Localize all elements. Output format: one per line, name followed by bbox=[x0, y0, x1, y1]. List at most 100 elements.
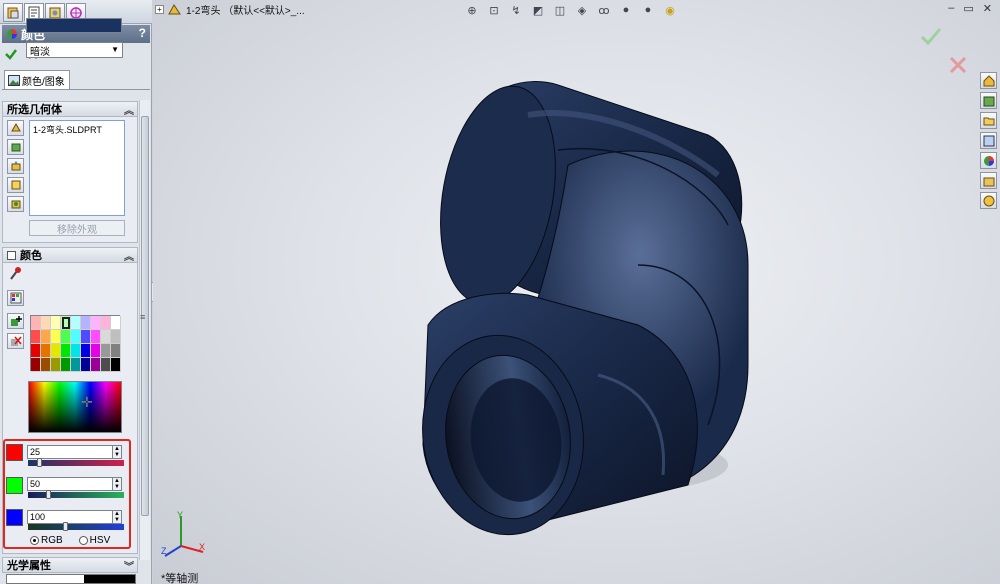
graphics-viewport[interactable]: + 1-2弯头 （默认<<默认>_... ⊕ ⊡ ↯ ◩ ◫ ◈ ꝏ ● ● ◉… bbox=[153, 0, 1000, 584]
task-pane-forum[interactable] bbox=[980, 192, 997, 209]
edit-appearance-icon[interactable]: ● bbox=[619, 3, 633, 17]
palette-swatch[interactable] bbox=[41, 344, 51, 358]
palette-swatch[interactable] bbox=[91, 358, 101, 372]
display-style-icon[interactable]: ◈ bbox=[575, 3, 589, 17]
radio-rgb[interactable]: RGB bbox=[30, 535, 63, 546]
task-pane-file-explorer[interactable] bbox=[980, 112, 997, 129]
palette-swatch[interactable] bbox=[61, 344, 71, 358]
palette-swatch[interactable] bbox=[31, 330, 41, 344]
palette-swatch[interactable] bbox=[91, 330, 101, 344]
palette-swatch[interactable] bbox=[31, 316, 41, 330]
palette-swatch[interactable] bbox=[41, 358, 51, 372]
expand-icon[interactable]: ︾ bbox=[124, 558, 134, 573]
view-orientation-icon[interactable]: ◫ bbox=[553, 3, 567, 17]
palette-swatch[interactable] bbox=[71, 344, 81, 358]
task-pane-search[interactable] bbox=[980, 132, 997, 149]
select-feature-button[interactable] bbox=[7, 158, 24, 174]
palette-swatch[interactable] bbox=[111, 316, 121, 330]
zoom-to-area-icon[interactable]: ⊡ bbox=[487, 3, 501, 17]
view-settings-icon[interactable]: ◉ bbox=[663, 3, 677, 17]
select-face-button[interactable] bbox=[7, 177, 24, 193]
palette-swatch[interactable] bbox=[71, 316, 81, 330]
palette-swatch[interactable] bbox=[51, 330, 61, 344]
expand-tree-icon[interactable]: + bbox=[155, 5, 164, 14]
selected-geometry-header[interactable]: 所选几何体 ︽ bbox=[3, 102, 137, 117]
task-pane-design-library[interactable] bbox=[980, 92, 997, 109]
red-spinner[interactable]: ▲ ▼ bbox=[112, 445, 122, 459]
blue-slider-thumb[interactable] bbox=[63, 522, 68, 531]
color-spectrum-picker[interactable]: ✛ bbox=[28, 381, 122, 433]
ok-check-icon[interactable] bbox=[919, 25, 943, 47]
collapse-icon[interactable]: ︽ bbox=[124, 102, 134, 117]
palette-swatch[interactable] bbox=[101, 316, 111, 330]
palette-swatch[interactable] bbox=[101, 344, 111, 358]
panel-scrollbar[interactable] bbox=[139, 100, 150, 560]
palette-swatch[interactable] bbox=[81, 330, 91, 344]
remove-appearance-button[interactable]: 移除外观 bbox=[29, 220, 125, 236]
breadcrumb[interactable]: + 1-2弯头 （默认<<默认>_... bbox=[155, 2, 305, 17]
palette-swatch[interactable] bbox=[31, 344, 41, 358]
add-swatch-button[interactable] bbox=[7, 313, 24, 329]
close-icon[interactable]: ✕ bbox=[983, 2, 992, 15]
radio-hsv-dot[interactable] bbox=[78, 535, 88, 545]
section-view-icon[interactable]: ◩ bbox=[531, 3, 545, 17]
minimize-icon[interactable]: – bbox=[948, 2, 954, 15]
select-part-button[interactable] bbox=[7, 120, 24, 136]
select-surface-button[interactable] bbox=[7, 196, 24, 212]
green-slider[interactable] bbox=[28, 490, 124, 499]
red-slider[interactable] bbox=[28, 458, 124, 467]
current-color-swatch[interactable] bbox=[26, 18, 122, 33]
palette-swatch[interactable] bbox=[91, 344, 101, 358]
select-body-button[interactable] bbox=[7, 139, 24, 155]
restore-icon[interactable]: ▭ bbox=[963, 2, 973, 15]
color-mode-button[interactable] bbox=[7, 290, 24, 306]
color-checkbox[interactable] bbox=[7, 250, 16, 260]
palette-swatch[interactable] bbox=[41, 316, 51, 330]
eyedropper-icon[interactable] bbox=[8, 266, 22, 282]
collapse-icon[interactable]: ︽ bbox=[124, 248, 134, 263]
palette-swatch[interactable] bbox=[91, 316, 101, 330]
task-pane-appearances[interactable] bbox=[980, 152, 997, 169]
spectrum-crosshair-icon[interactable]: ✛ bbox=[81, 394, 93, 411]
ok-check-icon[interactable] bbox=[4, 47, 18, 61]
radio-hsv[interactable]: HSV bbox=[78, 535, 110, 546]
list-item[interactable]: 1-2弯头.SLDPRT bbox=[33, 123, 121, 136]
palette-swatch[interactable] bbox=[71, 358, 81, 372]
tab-color-image[interactable]: 颜色/图象 bbox=[4, 70, 70, 89]
zoom-to-fit-icon[interactable]: ⊕ bbox=[465, 3, 479, 17]
palette-swatch[interactable] bbox=[71, 330, 81, 344]
red-slider-thumb[interactable] bbox=[37, 458, 42, 467]
color-palette-grid[interactable] bbox=[30, 315, 121, 372]
green-value-input[interactable]: 50 bbox=[27, 477, 113, 491]
tab-feature-manager[interactable] bbox=[3, 3, 23, 22]
palette-swatch[interactable] bbox=[81, 358, 91, 372]
palette-swatch[interactable] bbox=[51, 316, 61, 330]
green-slider-thumb[interactable] bbox=[46, 490, 51, 499]
selected-geometry-list[interactable]: 1-2弯头.SLDPRT bbox=[29, 120, 125, 216]
previous-view-icon[interactable]: ↯ bbox=[509, 3, 523, 17]
palette-swatch[interactable] bbox=[51, 344, 61, 358]
color-header[interactable]: 颜色 ︽ bbox=[3, 248, 137, 263]
palette-swatch[interactable] bbox=[31, 358, 41, 372]
apply-scene-icon[interactable]: ● bbox=[641, 3, 655, 17]
task-pane-custom-properties[interactable] bbox=[980, 172, 997, 189]
palette-swatch[interactable] bbox=[111, 358, 121, 372]
palette-swatch[interactable] bbox=[51, 358, 61, 372]
palette-swatch[interactable] bbox=[61, 330, 71, 344]
color-mode-select[interactable]: 暗淡 ▼ bbox=[26, 42, 123, 58]
elbow-pipe-model[interactable] bbox=[408, 65, 808, 545]
hide-show-items-icon[interactable]: ꝏ bbox=[597, 3, 611, 17]
radio-rgb-dot[interactable] bbox=[30, 535, 39, 545]
palette-swatch[interactable] bbox=[101, 330, 111, 344]
palette-swatch[interactable] bbox=[41, 330, 51, 344]
blue-slider[interactable] bbox=[28, 522, 124, 531]
remove-swatch-button[interactable] bbox=[7, 333, 24, 349]
help-icon[interactable]: ? bbox=[139, 26, 146, 40]
palette-swatch[interactable] bbox=[111, 330, 121, 344]
palette-swatch[interactable] bbox=[61, 316, 71, 330]
green-spinner[interactable]: ▲ ▼ bbox=[112, 477, 122, 491]
palette-swatch[interactable] bbox=[81, 316, 91, 330]
cancel-x-icon[interactable] bbox=[947, 54, 971, 76]
palette-swatch[interactable] bbox=[61, 358, 71, 372]
red-value-input[interactable]: 25 bbox=[27, 445, 113, 459]
